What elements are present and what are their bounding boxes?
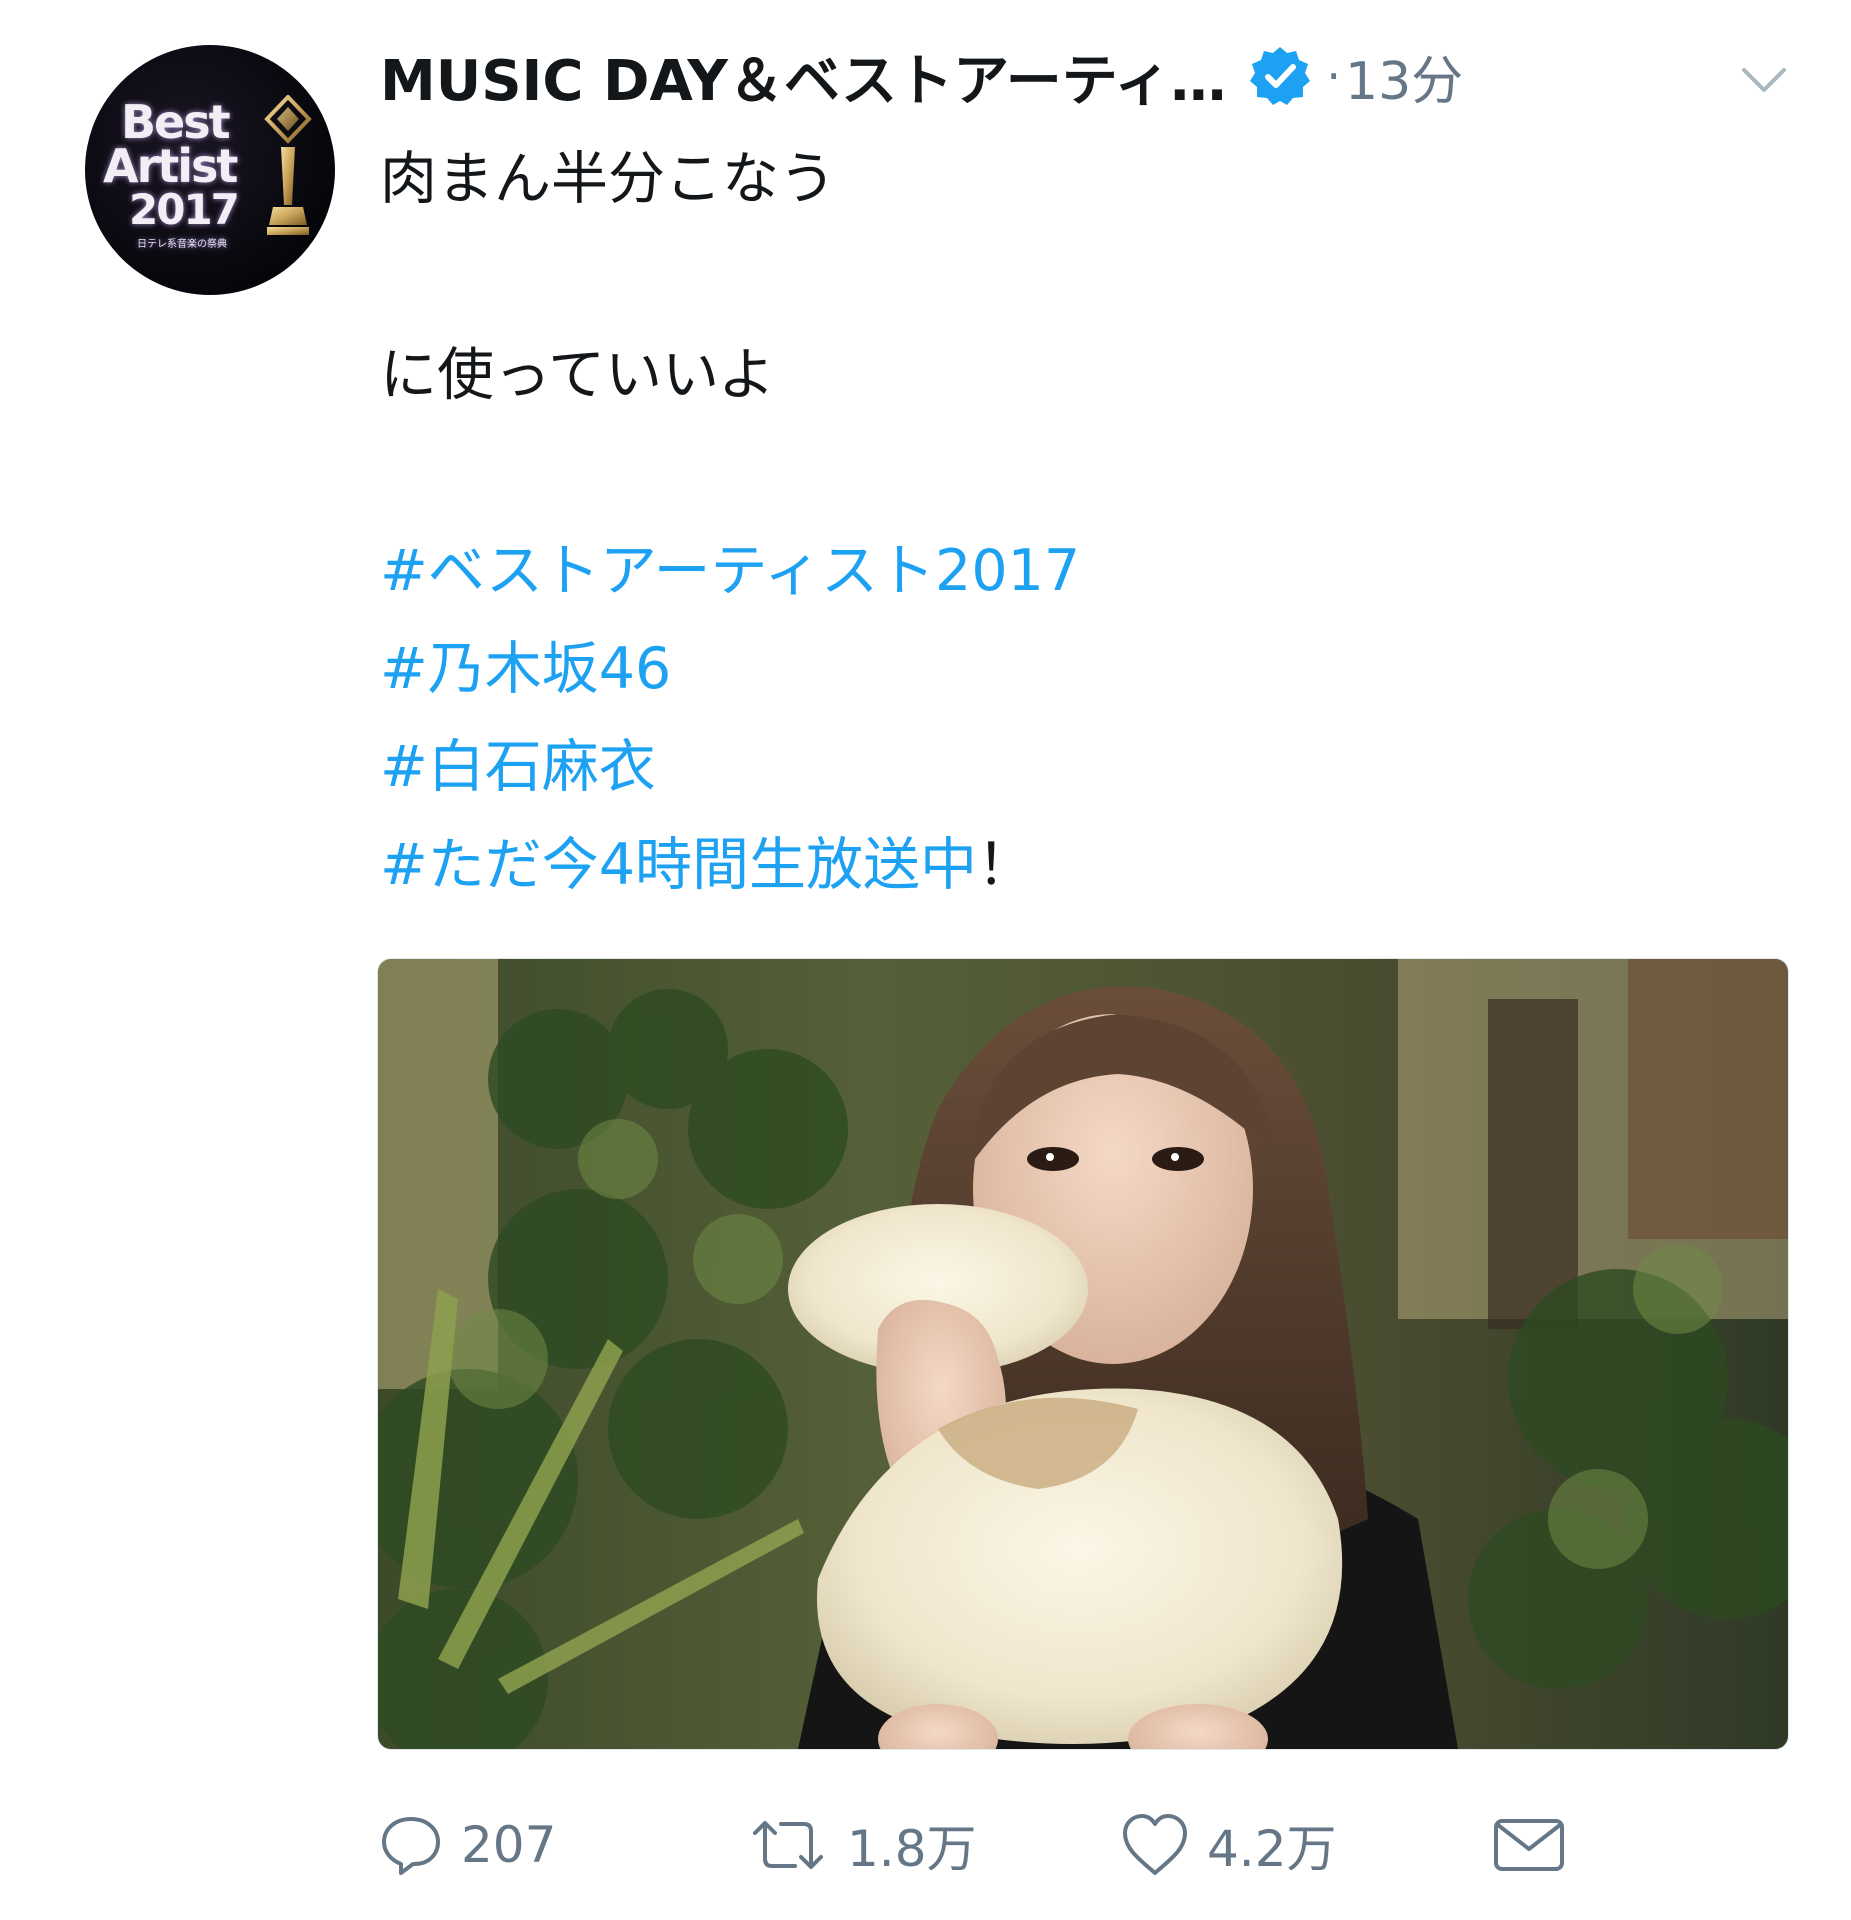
time-separator: ·	[1326, 49, 1342, 103]
tweet-line-2: に使っていいよ	[380, 342, 776, 408]
tweet-text: 肉まん半分こなう に使っていいよ #ベストアーティスト2017 #乃木坂46 #…	[380, 130, 1780, 914]
profile-avatar[interactable]: Best Artist 2017 日テレ系音楽の祭典	[85, 45, 335, 295]
retweet-button[interactable]: 1.8万	[745, 1800, 977, 1890]
chevron-down-icon[interactable]	[1738, 60, 1790, 100]
heart-icon	[1123, 1814, 1187, 1875]
logo-subtitle: 日テレ系音楽の祭典	[137, 239, 227, 250]
tweet-actions: 207 1.8万 4.2万	[377, 1800, 1797, 1890]
direct-message-button[interactable]	[1491, 1800, 1567, 1890]
best-artist-logo: Best Artist 2017 日テレ系音楽の祭典	[85, 45, 335, 295]
timestamp[interactable]: 13分	[1345, 39, 1463, 114]
like-button[interactable]: 4.2万	[1119, 1800, 1337, 1890]
tweet-header: MUSIC DAY＆ベストアーティ… · 13分	[380, 39, 1463, 114]
logo-line-3: 2017	[129, 185, 240, 234]
hashtag-link[interactable]: #ベストアーティスト2017	[380, 522, 1780, 620]
tweet-line-1: 肉まん半分こなう	[380, 146, 836, 212]
hashtag-link[interactable]: #乃木坂46	[380, 620, 1780, 718]
reply-button[interactable]: 207	[377, 1800, 556, 1890]
tweet-last-line: #ただ今4時間生放送中！	[380, 816, 1780, 914]
display-name[interactable]: MUSIC DAY＆ベストアーティ…	[380, 36, 1226, 117]
hashtag-link[interactable]: #ただ今4時間生放送中	[380, 832, 977, 898]
photo-woman-eating-bun-icon	[378, 959, 1788, 1749]
envelope-icon	[1494, 1819, 1564, 1871]
reply-icon	[382, 1817, 440, 1875]
trophy-icon	[264, 95, 312, 235]
verified-badge-icon	[1250, 47, 1311, 105]
exclamation-suffix: ！	[977, 832, 1035, 898]
like-count: 4.2万	[1207, 1820, 1337, 1878]
retweet-icon	[753, 1821, 823, 1869]
tweet-photo[interactable]	[377, 958, 1789, 1750]
tweet-card: Best Artist 2017 日テレ系音楽の祭典 MUSIC DAY＆ベスト…	[0, 0, 1851, 1920]
retweet-count: 1.8万	[847, 1820, 977, 1878]
hashtag-link[interactable]: #白石麻衣	[380, 718, 1780, 816]
reply-count: 207	[461, 1816, 557, 1874]
